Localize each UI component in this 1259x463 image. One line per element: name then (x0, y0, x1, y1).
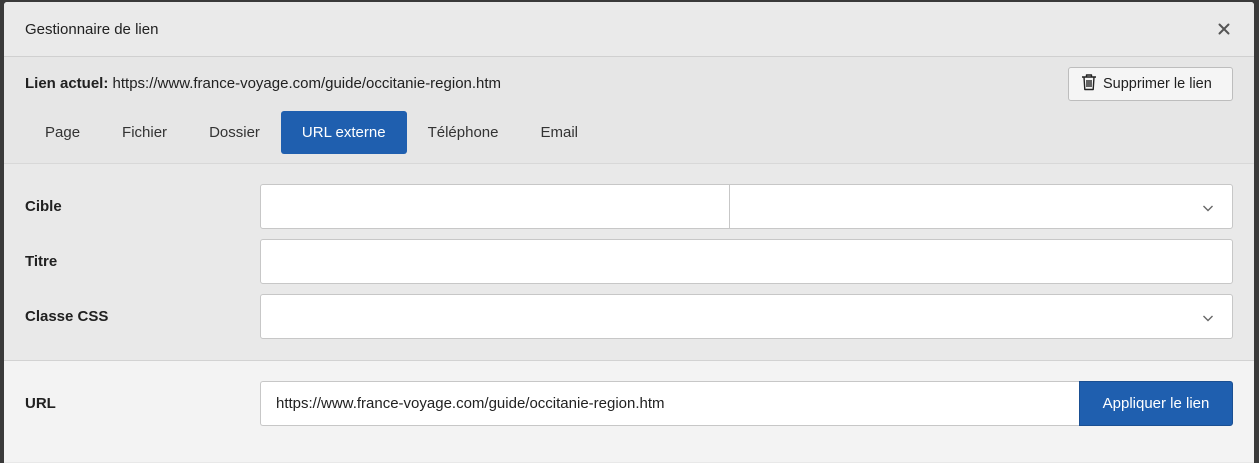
css-class-row: Classe CSS (25, 294, 1233, 339)
css-class-label: Classe CSS (25, 308, 109, 325)
tab-telephone[interactable]: Téléphone (407, 111, 520, 154)
current-link-value: https://www.france-voyage.com/guide/occi… (112, 75, 502, 92)
tab-email[interactable]: Email (519, 111, 599, 154)
title-input[interactable] (260, 239, 1233, 284)
link-manager-dialog: Gestionnaire de lien Lien actuel: https:… (4, 2, 1254, 463)
chevron-down-icon[interactable] (1202, 311, 1214, 323)
target-select[interactable] (730, 185, 1232, 228)
tab-file[interactable]: Fichier (101, 111, 188, 154)
tab-folder[interactable]: Dossier (188, 111, 281, 154)
target-label: Cible (25, 198, 62, 215)
apply-link-button[interactable]: Appliquer le lien (1079, 381, 1233, 426)
url-input[interactable]: https://www.france-voyage.com/guide/occi… (260, 381, 1079, 426)
target-input[interactable] (261, 185, 730, 228)
title-label: Titre (25, 253, 58, 270)
current-link: Lien actuel: https://www.france-voyage.c… (25, 75, 501, 92)
close-icon[interactable] (1215, 20, 1233, 38)
dialog-header: Gestionnaire de lien (4, 2, 1254, 57)
url-section: URL https://www.france-voyage.com/guide/… (4, 361, 1254, 462)
link-type-tabs: Page Fichier Dossier URL externe Télépho… (24, 111, 599, 154)
trash-icon (1081, 73, 1097, 95)
remove-link-label: Supprimer le lien (1103, 76, 1212, 92)
css-class-select[interactable] (260, 294, 1233, 339)
tab-page[interactable]: Page (24, 111, 101, 154)
target-field (260, 184, 1233, 229)
chevron-down-icon[interactable] (1202, 201, 1214, 213)
tab-external-url[interactable]: URL externe (280, 111, 407, 154)
url-label: URL (25, 395, 56, 412)
current-link-bar: Lien actuel: https://www.france-voyage.c… (4, 57, 1254, 164)
target-row: Cible (25, 184, 1233, 229)
dialog-title: Gestionnaire de lien (25, 20, 159, 38)
current-link-label: Lien actuel: (25, 75, 109, 92)
link-options-form: Cible Titre Classe CSS (4, 164, 1254, 361)
title-row: Titre (25, 239, 1233, 284)
remove-link-button[interactable]: Supprimer le lien (1068, 67, 1233, 101)
url-row: URL https://www.france-voyage.com/guide/… (25, 381, 1233, 426)
